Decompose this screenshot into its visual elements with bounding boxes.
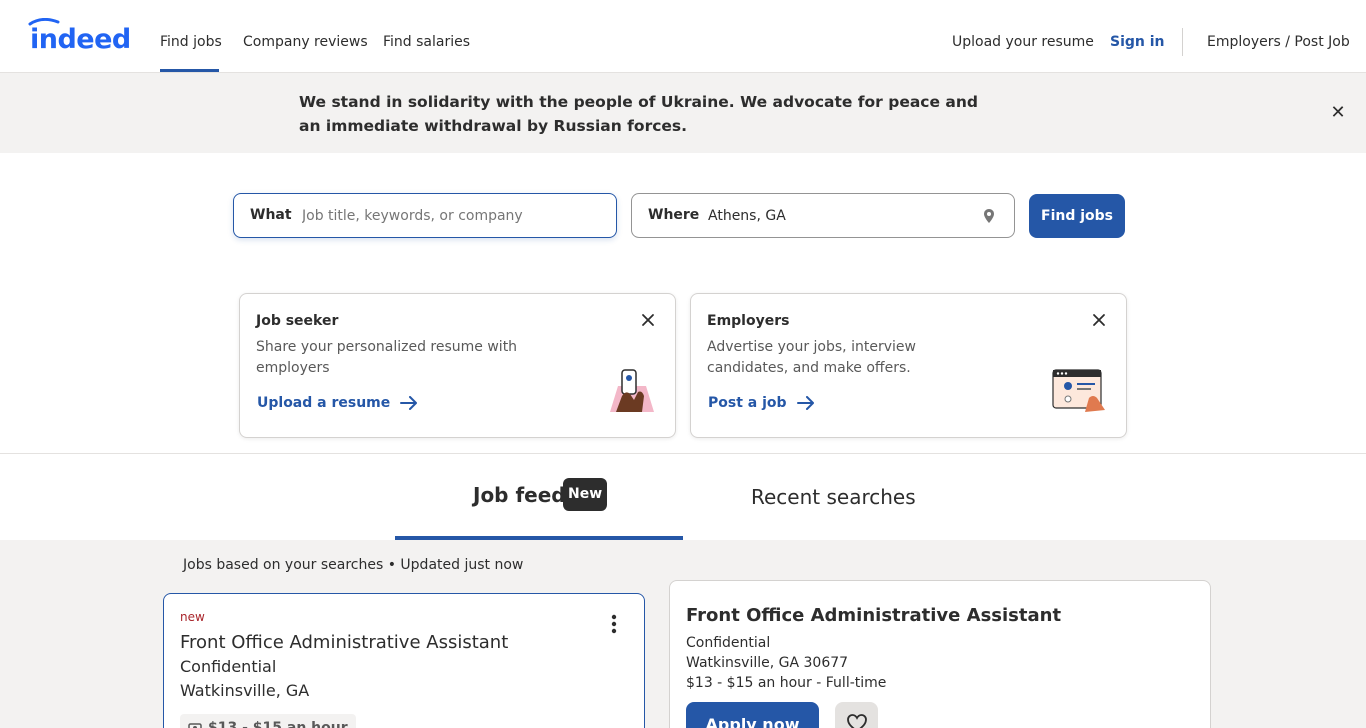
upload-resume-button[interactable]: Upload a resume [257,395,418,411]
close-icon[interactable] [1091,312,1107,328]
sign-in-link[interactable]: Sign in [1110,34,1165,50]
tab-job-feed[interactable]: Job feed New [395,470,683,540]
salary-text: $13 - $15 an hour [208,720,348,728]
company-name: Confidential [180,657,277,676]
browser-candidate-illustration [1052,369,1105,412]
what-field[interactable]: What [233,193,617,238]
what-input[interactable] [302,202,602,230]
top-header: indeed Find jobs Company reviews Find sa… [0,0,1366,73]
nav-active-indicator [160,69,219,72]
phone-hand-illustration [610,369,654,412]
apply-now-button[interactable]: Apply now [686,702,819,728]
nav-company-reviews[interactable]: Company reviews [243,34,368,50]
heart-icon [846,713,867,728]
promo-description: Advertise your jobs, interview candidate… [707,339,916,376]
post-job-button[interactable]: Post a job [708,395,815,411]
feed-caption: Jobs based on your searches • Updated ju… [183,557,524,573]
promo-link-label: Post a job [708,395,787,411]
where-field[interactable]: Where [631,193,1015,238]
find-jobs-button[interactable]: Find jobs [1029,194,1125,238]
close-icon[interactable] [640,312,656,328]
job-location: Watkinsville, GA [180,681,310,700]
arrow-right-icon [796,396,814,410]
detail-pay-type: $13 - $15 an hour - Full-time [686,675,887,691]
job-seeker-card: Job seeker Share your personalized resum… [239,293,676,438]
banner-text: We stand in solidarity with the people o… [299,93,978,135]
indeed-logo[interactable]: indeed [28,18,134,52]
new-label: new [180,610,205,624]
location-pin-icon [984,209,994,223]
arrow-right-icon [400,396,418,410]
new-badge: New [563,478,608,511]
save-job-button[interactable] [835,702,878,728]
section-divider [0,453,1366,454]
ukraine-banner: We stand in solidarity with the people o… [0,73,1366,153]
more-options-icon[interactable] [604,612,624,636]
tab-label: Recent searches [751,485,916,509]
promo-link-label: Upload a resume [257,395,391,411]
what-label: What [250,207,292,223]
tab-recent-searches[interactable]: Recent searches [683,470,971,540]
employers-post-job-link[interactable]: Employers / Post Job [1207,34,1350,50]
job-detail-panel: Front Office Administrative Assistant Co… [669,580,1211,728]
nav-find-jobs[interactable]: Find jobs [160,34,222,50]
where-label: Where [648,207,700,223]
where-input[interactable] [708,202,968,230]
detail-company: Confidential [686,635,771,651]
detail-job-title: Front Office Administrative Assistant [686,605,1062,626]
employers-card: Employers Advertise your jobs, interview… [690,293,1127,438]
salary-chip: $13 - $15 an hour [180,714,356,728]
money-icon [188,723,202,728]
job-title[interactable]: Front Office Administrative Assistant [180,632,508,653]
nav-find-salaries[interactable]: Find salaries [383,34,470,50]
upload-resume-link[interactable]: Upload your resume [952,34,1094,50]
detail-location: Watkinsville, GA 30677 [686,655,849,671]
job-card[interactable]: new Front Office Administrative Assistan… [163,593,645,728]
promo-title: Job seeker [256,313,339,329]
promo-description: Share your personalized resume with empl… [256,339,518,376]
close-icon[interactable]: ✕ [1328,103,1348,123]
tab-label: Job feed [473,483,566,507]
header-divider [1182,28,1183,56]
promo-title: Employers [707,313,790,329]
